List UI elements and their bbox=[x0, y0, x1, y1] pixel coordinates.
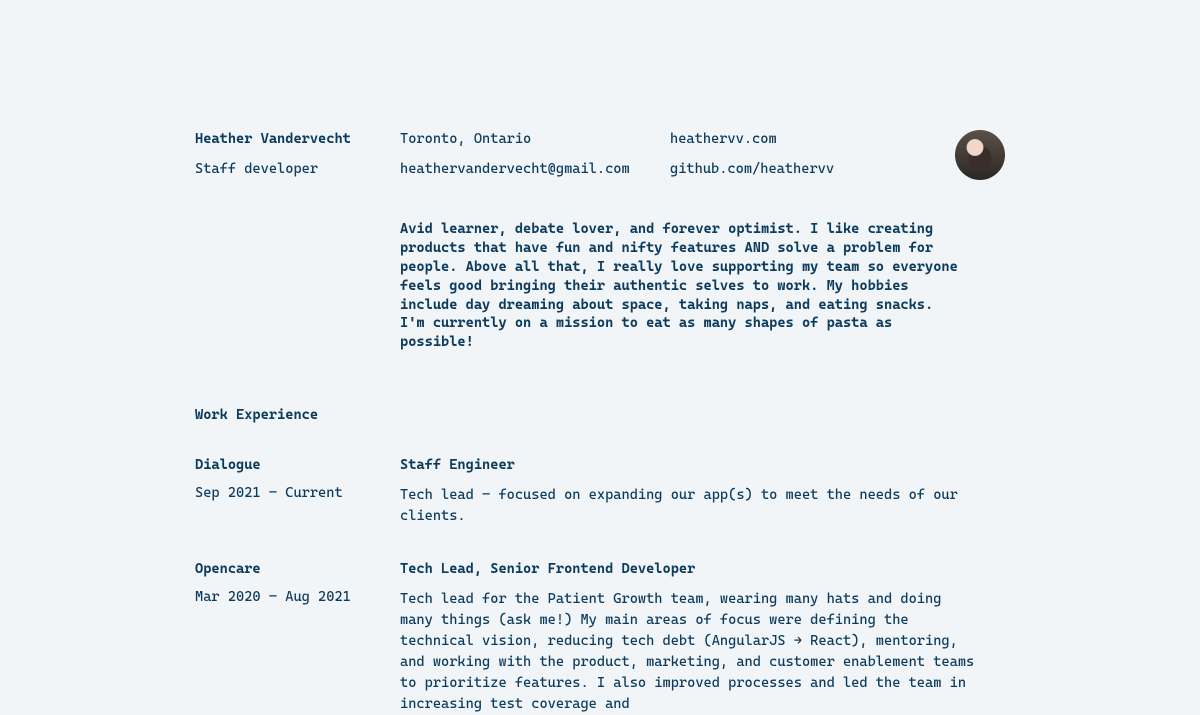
website-link[interactable]: heathervv.com bbox=[670, 130, 880, 150]
job-dates: Sep 2021 – Current bbox=[195, 485, 400, 501]
section-title-work-experience: Work Experience bbox=[195, 407, 1005, 423]
name-block: Heather Vandervecht Staff developer bbox=[195, 130, 400, 179]
person-name: Heather Vandervecht bbox=[195, 130, 400, 150]
avatar-wrap bbox=[880, 130, 1005, 180]
location: Toronto, Ontario bbox=[400, 130, 670, 150]
job-title: Staff Engineer bbox=[400, 457, 1005, 473]
job-description: Tech lead for the Patient Growth team, w… bbox=[400, 589, 975, 715]
bio-paragraph: Avid learner, debate lover, and forever … bbox=[400, 220, 960, 352]
job-right: Staff Engineer Tech lead – focused on ex… bbox=[400, 457, 1005, 527]
avatar bbox=[955, 130, 1005, 180]
contact-column-1: Toronto, Ontario heathervandervecht@gmai… bbox=[400, 130, 670, 179]
header: Heather Vandervecht Staff developer Toro… bbox=[195, 130, 1005, 180]
github-link[interactable]: github.com/heathervv bbox=[670, 160, 880, 180]
job-right: Tech Lead, Senior Frontend Developer Tec… bbox=[400, 561, 1005, 715]
job-left: Opencare Mar 2020 – Aug 2021 bbox=[195, 561, 400, 715]
job-company: Opencare bbox=[195, 561, 400, 577]
job-description: Tech lead – focused on expanding our app… bbox=[400, 485, 975, 527]
job-title: Tech Lead, Senior Frontend Developer bbox=[400, 561, 1005, 577]
job-left: Dialogue Sep 2021 – Current bbox=[195, 457, 400, 527]
job-company: Dialogue bbox=[195, 457, 400, 473]
job-dates: Mar 2020 – Aug 2021 bbox=[195, 589, 400, 605]
contact-column-2: heathervv.com github.com/heathervv bbox=[670, 130, 880, 179]
email[interactable]: heathervandervecht@gmail.com bbox=[400, 160, 670, 180]
person-role: Staff developer bbox=[195, 160, 400, 180]
job-entry: Opencare Mar 2020 – Aug 2021 Tech Lead, … bbox=[195, 561, 1005, 715]
job-entry: Dialogue Sep 2021 – Current Staff Engine… bbox=[195, 457, 1005, 527]
resume-page: Heather Vandervecht Staff developer Toro… bbox=[0, 0, 1200, 715]
